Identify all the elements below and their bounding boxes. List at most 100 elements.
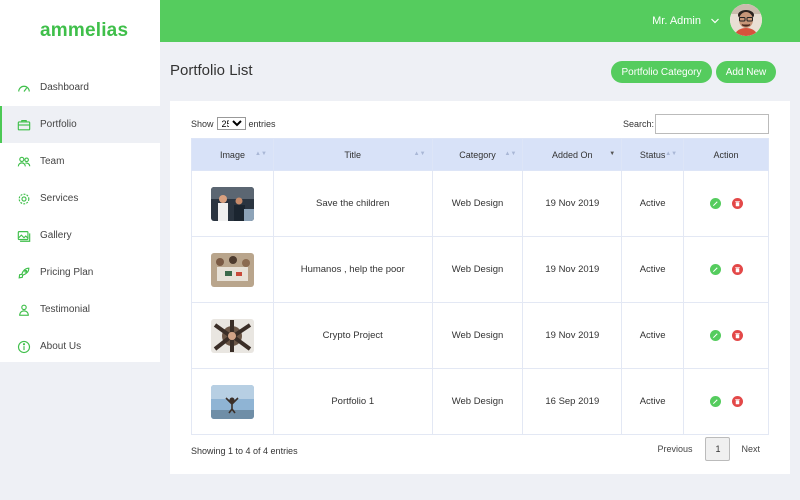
- delete-button[interactable]: [731, 395, 743, 407]
- status-cell: Active: [621, 236, 685, 303]
- edit-button[interactable]: [709, 263, 721, 275]
- pencil-icon: [712, 266, 718, 272]
- category-cell: Web Design: [431, 302, 524, 369]
- delete-button[interactable]: [731, 197, 743, 209]
- table-row: Crypto Project Web Design 19 Nov 2019 Ac…: [191, 302, 769, 369]
- added-on-cell: 19 Nov 2019: [522, 302, 623, 369]
- sort-icon: ▲▼: [255, 151, 267, 157]
- sidebar-item-portfolio[interactable]: Portfolio: [0, 106, 160, 143]
- sidebar-item-testimonial[interactable]: Testimonial: [0, 291, 160, 328]
- trash-icon: [734, 200, 740, 206]
- category-cell: Web Design: [431, 236, 524, 303]
- added-on-cell: 16 Sep 2019: [522, 368, 623, 435]
- avatar[interactable]: [730, 4, 762, 36]
- trash-icon: [734, 266, 740, 272]
- previous-page-button[interactable]: Previous: [657, 444, 692, 454]
- category-cell: Web Design: [431, 170, 524, 237]
- column-header-added-on[interactable]: Added On ▼: [522, 138, 623, 171]
- chevron-down-icon: [711, 18, 719, 24]
- table-row: Save the children Web Design 19 Nov 2019…: [191, 170, 769, 237]
- brand-logo[interactable]: ammelias: [0, 0, 160, 62]
- user-name: Mr. Admin: [652, 15, 701, 27]
- show-label: Show: [191, 118, 214, 129]
- page-title: Portfolio List: [170, 62, 253, 79]
- sidebar-item-label: About Us: [40, 341, 82, 352]
- sort-icon: ▲▼: [504, 151, 517, 157]
- add-new-button[interactable]: Add New: [716, 61, 776, 83]
- sidebar-item-label: Portfolio: [40, 119, 77, 130]
- status-cell: Active: [621, 170, 685, 237]
- page-1-button[interactable]: 1: [705, 437, 731, 461]
- team-icon: [17, 155, 31, 169]
- title-cell: Humanos , help the poor: [272, 236, 433, 303]
- portfolio-thumbnail[interactable]: [210, 186, 254, 221]
- top-bar: Mr. Admin: [160, 0, 800, 42]
- search-label: Search:: [623, 119, 655, 129]
- action-cell: [683, 170, 769, 237]
- portfolio-panel: Show 25 entries Search: Image ▲▼ Title ▲▼ …: [170, 101, 790, 474]
- table-info: Showing 1 to 4 of 4 entries: [191, 446, 298, 456]
- title-cell: Portfolio 1: [272, 368, 433, 435]
- sidebar-item-label: Pricing Plan: [40, 267, 94, 278]
- sidebar-item-dashboard[interactable]: Dashboard: [0, 69, 160, 106]
- image-cell: [191, 236, 274, 303]
- action-cell: [683, 302, 769, 369]
- entries-length-control: Show 25 entries: [191, 117, 276, 130]
- added-on-cell: 19 Nov 2019: [522, 236, 623, 303]
- sidebar-item-pricing-plan[interactable]: Pricing Plan: [0, 254, 160, 291]
- next-page-button[interactable]: Next: [741, 444, 760, 454]
- title-cell: Crypto Project: [272, 302, 433, 369]
- title-cell: Save the children: [272, 170, 433, 237]
- pencil-icon: [712, 200, 718, 206]
- search-input[interactable]: [655, 114, 769, 134]
- briefcase-icon: [17, 118, 31, 132]
- delete-button[interactable]: [731, 263, 743, 275]
- table-row: Humanos , help the poor Web Design 19 No…: [191, 236, 769, 303]
- column-header-title[interactable]: Title ▲▼: [272, 138, 433, 171]
- trash-icon: [734, 398, 740, 404]
- column-header-status[interactable]: Status ▲▼: [621, 138, 685, 171]
- image-cell: [191, 170, 274, 237]
- sort-icon: ▲▼: [413, 151, 426, 157]
- edit-button[interactable]: [709, 197, 721, 209]
- portfolio-table: Image ▲▼ Title ▲▼ Category ▲▼ Added On ▼ Sta…: [191, 138, 769, 435]
- added-on-cell: 19 Nov 2019: [522, 170, 623, 237]
- action-cell: [683, 236, 769, 303]
- user-menu[interactable]: Mr. Admin: [652, 0, 720, 42]
- entries-label: entries: [248, 118, 276, 129]
- entries-select[interactable]: 25: [216, 117, 246, 130]
- gallery-icon: [17, 229, 31, 243]
- edit-button[interactable]: [709, 329, 721, 341]
- column-header-action: Action: [683, 138, 769, 171]
- sidebar-item-team[interactable]: Team: [0, 143, 160, 180]
- column-header-category[interactable]: Category ▲▼: [431, 138, 524, 171]
- portfolio-thumbnail[interactable]: [210, 384, 254, 419]
- status-cell: Active: [621, 302, 685, 369]
- category-cell: Web Design: [431, 368, 524, 435]
- portfolio-thumbnail[interactable]: [210, 252, 254, 287]
- portfolio-category-button[interactable]: Portfolio Category: [611, 61, 712, 83]
- sort-icon: ▲▼: [665, 151, 678, 157]
- sidebar-item-label: Dashboard: [40, 82, 89, 93]
- sidebar-nav: Dashboard Portfolio Team Services Galler…: [0, 69, 160, 365]
- edit-button[interactable]: [709, 395, 721, 407]
- sidebar-item-services[interactable]: Services: [0, 180, 160, 217]
- delete-button[interactable]: [731, 329, 743, 341]
- status-cell: Active: [621, 368, 685, 435]
- sidebar-item-about-us[interactable]: About Us: [0, 328, 160, 365]
- image-cell: [191, 368, 274, 435]
- pagination: Previous 1 Next: [657, 437, 760, 461]
- pencil-icon: [712, 332, 718, 338]
- column-header-image[interactable]: Image ▲▼: [191, 138, 274, 171]
- sidebar-item-label: Services: [40, 193, 79, 204]
- sidebar-item-gallery[interactable]: Gallery: [0, 217, 160, 254]
- info-icon: [17, 340, 31, 354]
- portfolio-thumbnail[interactable]: [210, 318, 254, 353]
- sidebar-item-label: Gallery: [40, 230, 72, 241]
- rocket-icon: [17, 266, 31, 280]
- pencil-icon: [712, 398, 718, 404]
- action-cell: [683, 368, 769, 435]
- testimonial-icon: [17, 303, 31, 317]
- sidebar-item-label: Team: [40, 156, 65, 167]
- table-row: Portfolio 1 Web Design 16 Sep 2019 Activ…: [191, 368, 769, 435]
